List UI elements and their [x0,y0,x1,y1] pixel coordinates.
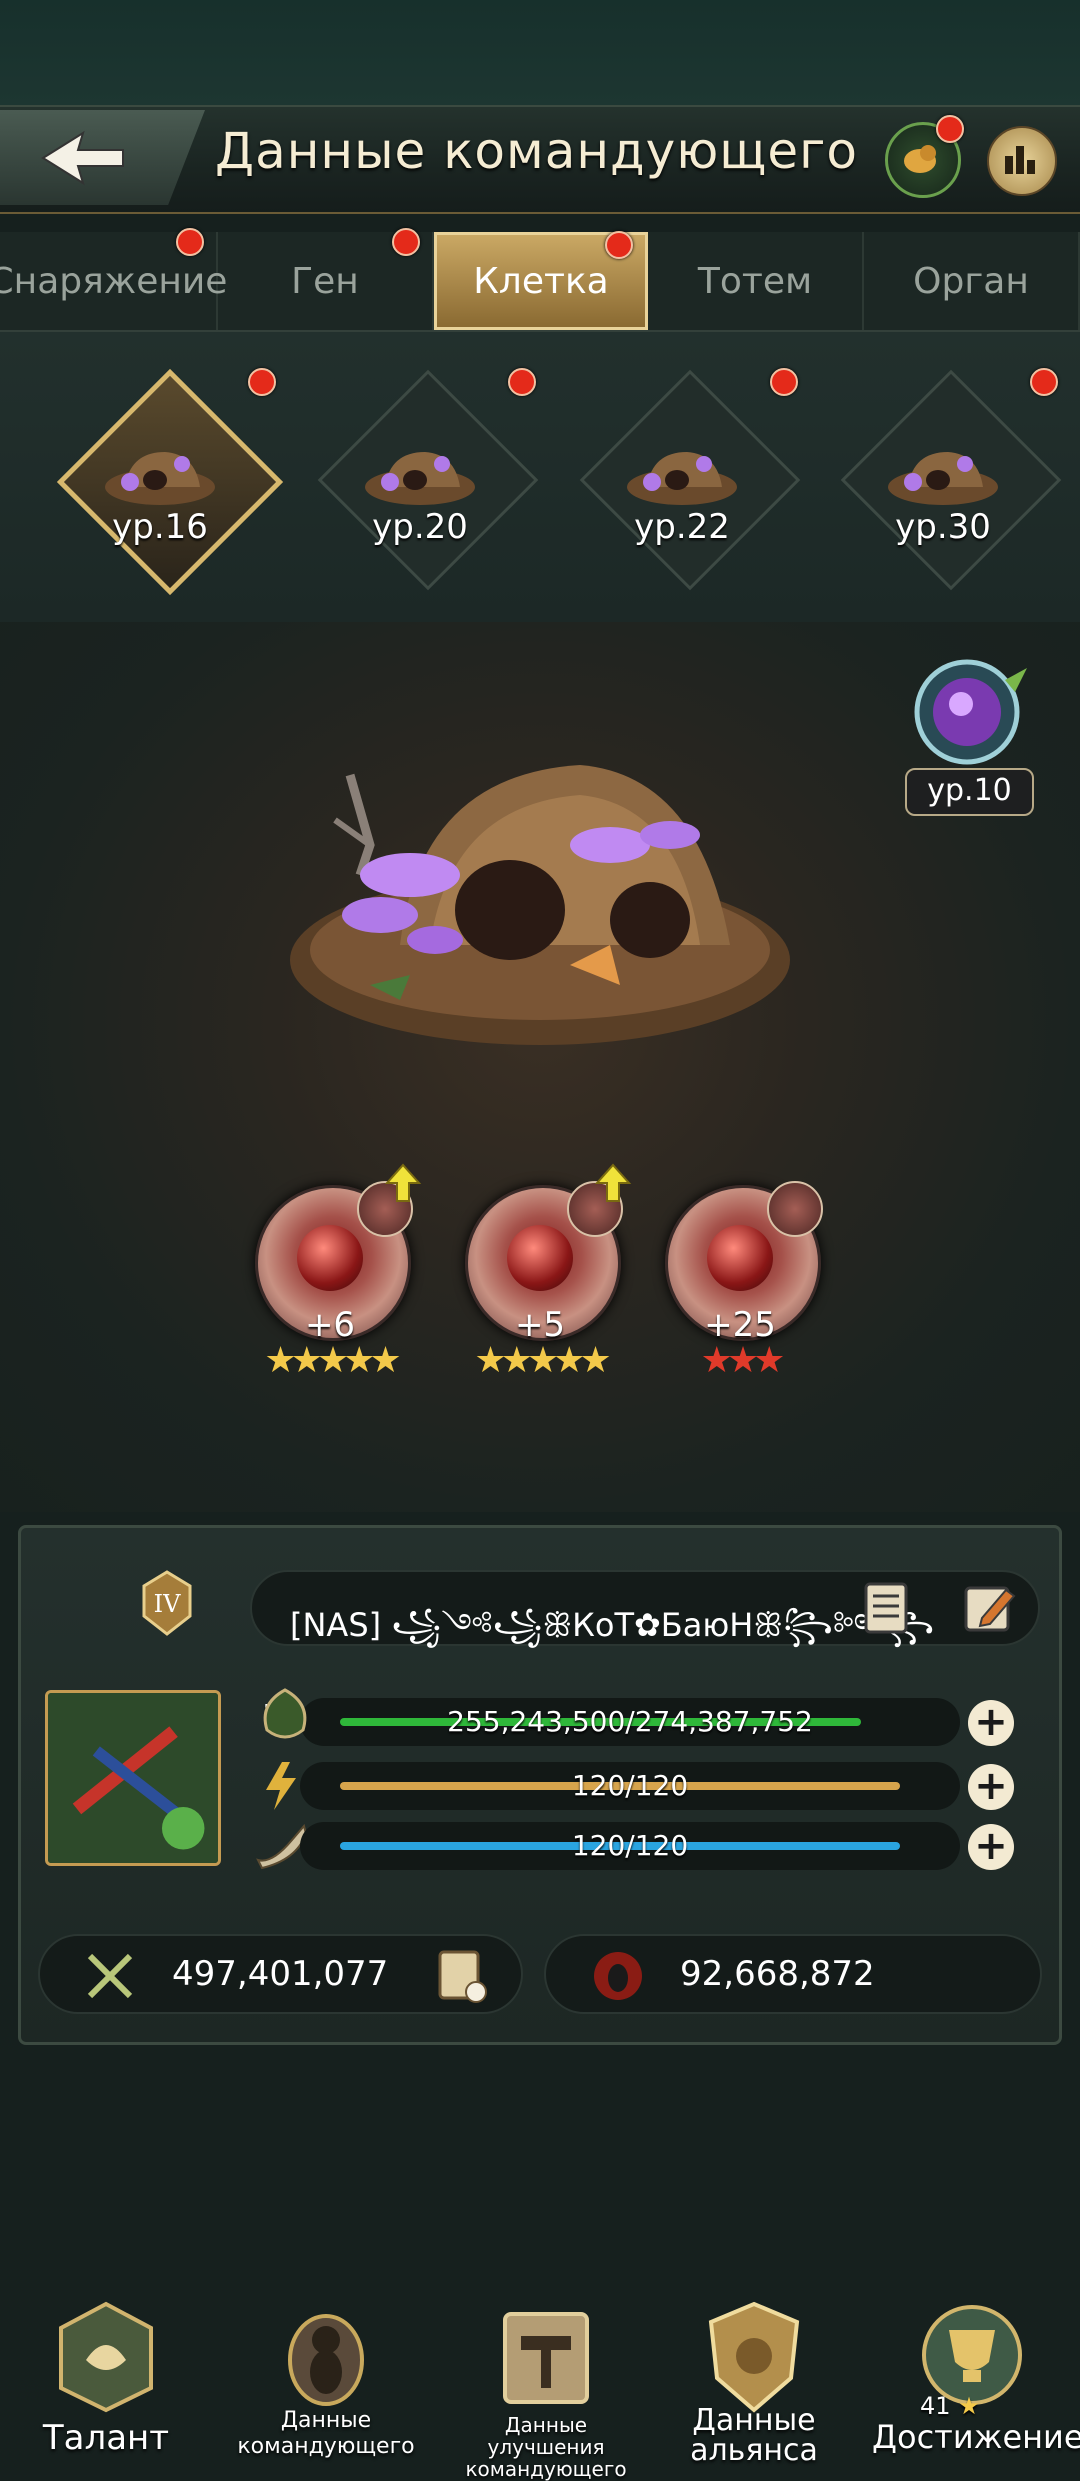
nav-alliance-data[interactable]: Данные альянса [654,2290,854,2466]
tab-cage[interactable]: Клетка [433,231,649,330]
hp-bar: 255,243,500/274,387,752 [300,1698,960,1746]
notification-dot [770,368,798,396]
nav-label: Данные альянса [690,2403,818,2468]
edit-icon[interactable] [962,1580,1018,1636]
achievement-count-value: 41 [920,2392,951,2420]
gem-slot[interactable]: +5 ★★★★★ [455,1163,632,1385]
hp-value: 255,243,500/274,387,752 [447,1705,813,1738]
nav-label: Данные улучшения командующего [465,2413,627,2481]
nav-label: Достижение [872,2418,1080,2456]
gem-stars: ★★★★★ [264,1340,401,1381]
upgrade-arrow-icon [384,1163,422,1202]
power-value: 497,401,077 [172,1954,389,1994]
alliance-shield-icon [708,2301,800,2413]
cage-item[interactable]: ур.16 [55,368,284,596]
tab-totem[interactable]: Тотем [648,232,865,330]
player-name: [NAS] ꧁༺꧁ꕥКоТ✿БаюНꕥ꧂༻꧂ [290,1606,935,1644]
tab-organ[interactable]: Орган [864,232,1080,330]
gem-stars: ★★★★★ [474,1340,611,1381]
star-icon: ★ [958,2392,980,2420]
gem-bonus: +5 [514,1305,566,1345]
gem-stars: ★★★ [700,1340,786,1381]
gem-core [507,1225,573,1291]
scroll-clock-icon[interactable] [432,1946,492,2006]
notification-dot [508,368,536,396]
cage-icon [627,452,737,505]
rank-icon: IV [142,1570,192,1636]
upgrade-arrow-icon [594,1163,632,1202]
hammer-scroll-icon [503,2312,589,2404]
gem-core [297,1225,363,1291]
notification-dot [391,228,420,256]
add-hp-button[interactable]: + [968,1700,1014,1746]
tab-label: Тотем [697,260,813,302]
ant-kill-icon [594,1952,642,2000]
notification-dot [605,231,634,259]
tab-equipment[interactable]: Снаряжение [0,228,227,330]
claw-icon [767,1181,823,1237]
status-area [0,0,1080,105]
nav-label: Талант [42,2418,170,2458]
tab-label: Орган [913,260,1029,302]
back-arrow-icon [40,130,124,185]
nav-upgrade-data[interactable]: Данные улучшения командующего [446,2290,646,2480]
cage-level: ур.16 [112,507,208,547]
page-title: Данные командующего [215,122,859,180]
cage-icon [888,452,998,505]
cage-level: ур.20 [372,507,468,547]
stamina-bar: 120/120 [300,1822,960,1870]
kills-pill: 92,668,872 [544,1934,1042,2014]
cage-illustration [290,765,790,1045]
kills-value: 92,668,872 [680,1954,875,1994]
nav-label: Данные командующего [237,2408,415,2459]
notes-icon[interactable] [860,1580,912,1636]
cage-item[interactable]: ур.20 [315,369,539,591]
talent-icon [59,2301,153,2413]
bar-chart-icon [1005,146,1035,174]
rank-text: IV [154,1590,181,1618]
tab-label: Снаряжение [0,260,228,302]
cage-icon [105,452,215,505]
notification-dot [936,115,964,143]
cage-item[interactable]: ур.30 [838,369,1062,591]
nav-talent[interactable]: Талант [6,2290,206,2460]
cage-level: ур.30 [895,507,991,547]
stats-button[interactable] [987,126,1057,196]
swords-icon [87,1953,133,1999]
add-energy-button[interactable]: + [968,1764,1014,1810]
power-pill: 497,401,077 [38,1934,523,2014]
gem-slot[interactable]: +25 ★★★ [655,1181,825,1385]
pet-button[interactable] [885,115,964,198]
tab-gene[interactable]: Ген [218,228,434,330]
energy-bar: 120/120 [300,1762,960,1810]
tab-label: Клетка [473,260,609,302]
ant-icon [288,2314,364,2406]
level-leaf-icon [263,1688,307,1739]
achievement-count: 41 ★ [920,2392,980,2420]
avatar[interactable] [45,1690,221,1866]
gem-core [707,1225,773,1291]
add-stamina-button[interactable]: + [968,1824,1014,1870]
bottom-navigation: Талант Данные командующего Данные улучше… [0,2290,1080,2480]
cage-level: ур.22 [634,507,730,547]
badge-level: ур.10 [905,768,1034,816]
tab-label: Ген [291,260,359,302]
gem-slot[interactable]: +6 ★★★★★ [245,1163,422,1385]
energy-value: 120/120 [571,1769,689,1802]
nav-achievement[interactable]: Достижение [872,2290,1080,2460]
cage-selector: ур.16 ур.20 ур.22 ур.30 [0,332,1080,622]
stamina-value: 120/120 [571,1829,689,1862]
tab-bar: Снаряжение Ген Клетка Тотем Орган [0,228,1080,332]
gem-bonus: +25 [704,1305,776,1345]
notification-dot [176,228,204,256]
notification-dot [1030,368,1058,396]
gem-bonus: +6 [304,1305,356,1345]
cage-icon [365,452,475,505]
cage-item[interactable]: ур.22 [577,369,801,591]
notification-dot [248,368,276,396]
nav-commander-data[interactable]: Данные командующего [226,2290,426,2460]
